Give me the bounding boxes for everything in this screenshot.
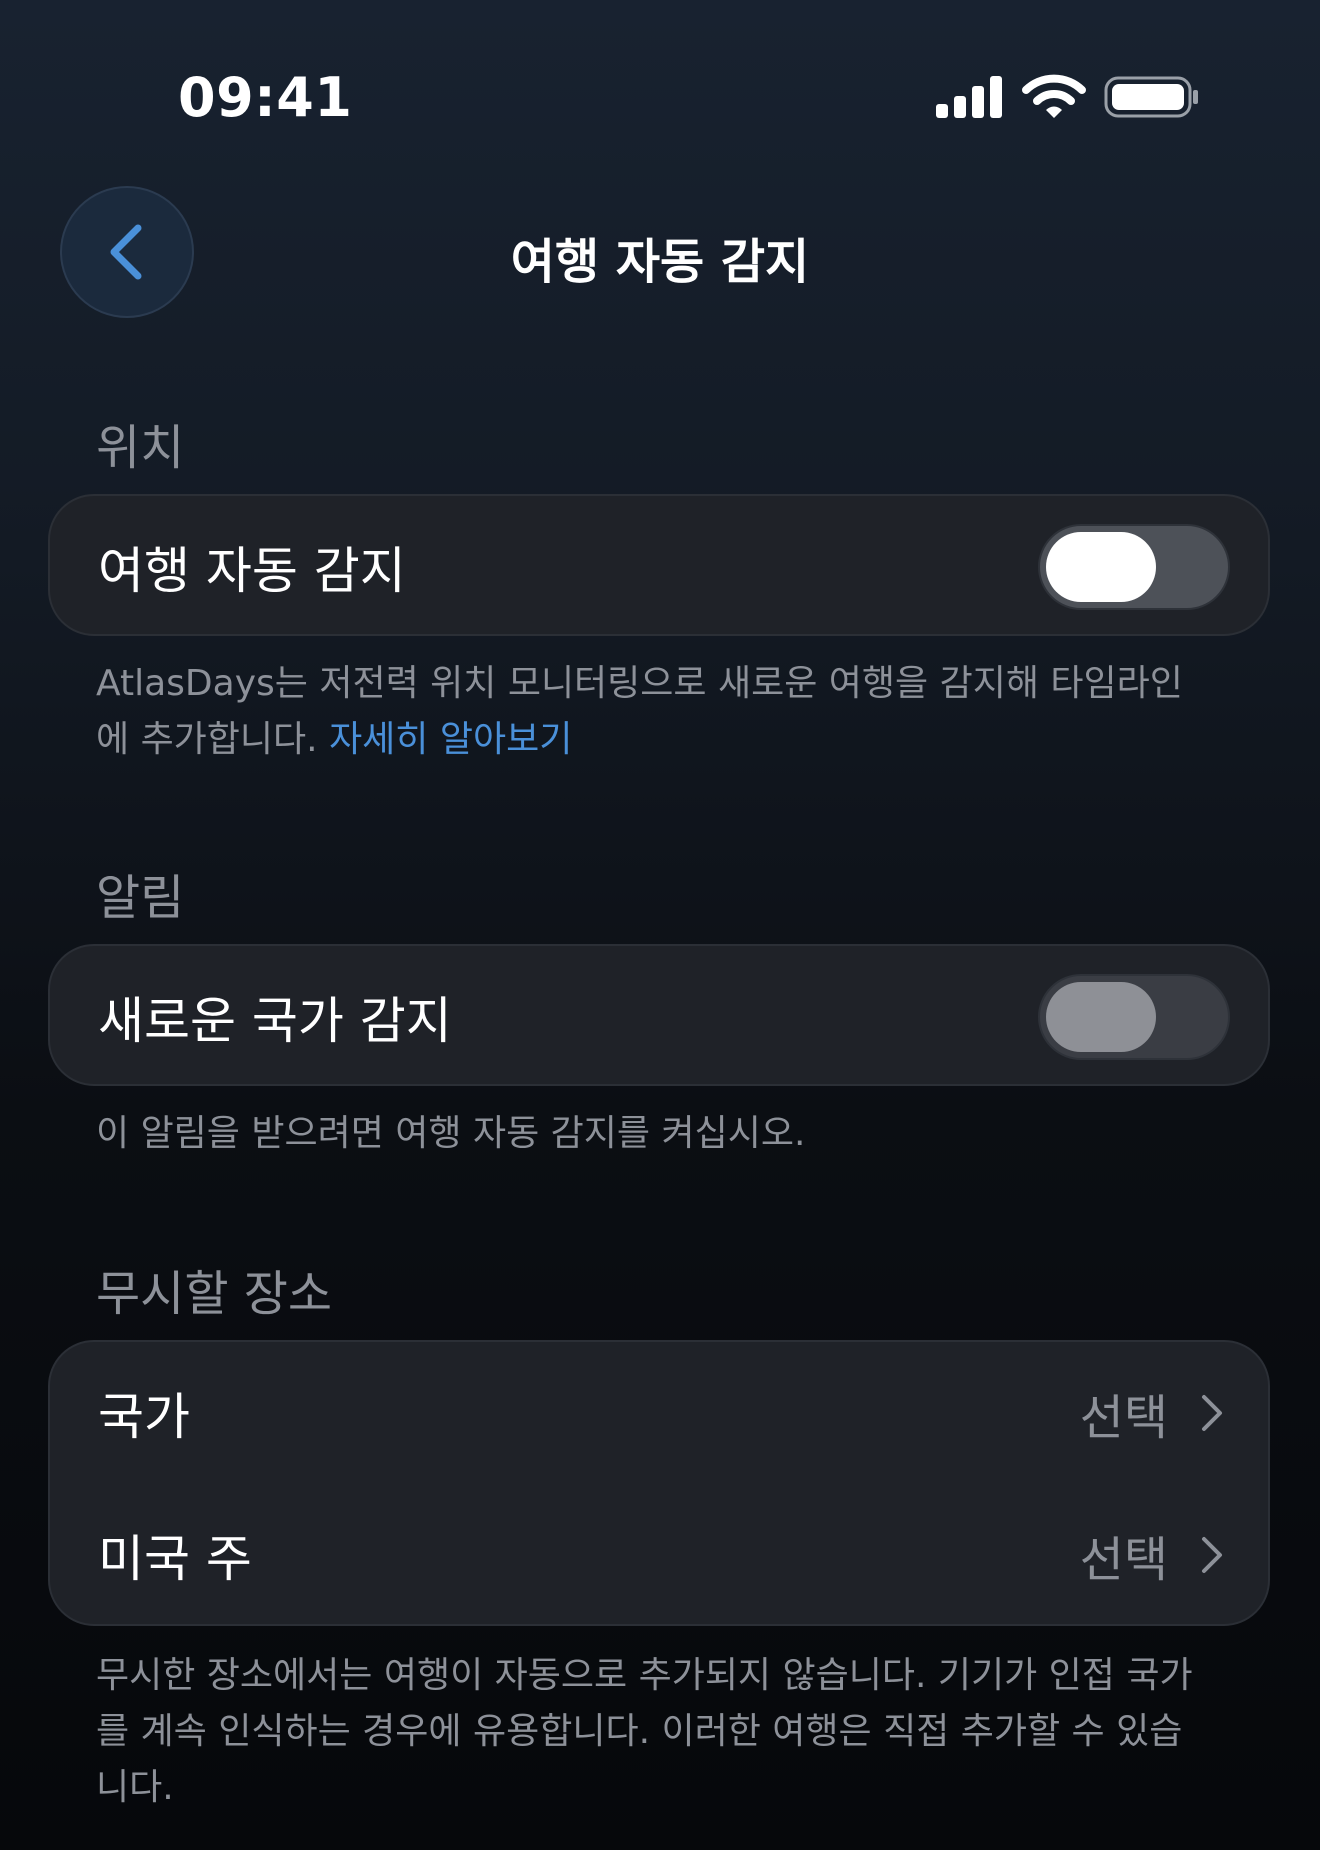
location-footnote: AtlasDays는 저전력 위치 모니터링으로 새로운 여행을 감지해 타임라… [96,656,1196,768]
alerts-footnote: 이 알림을 받으려면 여행 자동 감지를 켜십시오. [96,1113,806,1154]
new-country-toggle[interactable] [1038,974,1230,1060]
battery-icon [1104,76,1198,118]
ignored-us-states-value: 선택 [1079,1532,1168,1588]
toggle-knob [1046,532,1156,602]
cellular-signal-icon [936,76,1002,118]
ignored-places-card: 국가 선택 미국 주 선택 [48,1340,1270,1626]
location-card: 여행 자동 감지 [48,494,1270,636]
section-header-alerts: 알림 [96,870,185,926]
ignored-countries-label: 국가 [98,1388,190,1446]
status-time: 09:41 [178,66,353,129]
new-country-label: 새로운 국가 감지 [98,992,452,1050]
auto-detect-toggle[interactable] [1038,524,1230,610]
chevron-left-icon [110,224,142,280]
section-header-ignored-places: 무시할 장소 [96,1266,333,1322]
ignored-us-states-row[interactable]: 미국 주 선택 [50,1484,1268,1626]
location-footnote-text: AtlasDays는 저전력 위치 모니터링으로 새로운 여행을 감지해 타임라… [96,663,1183,760]
chevron-right-icon [1202,1537,1222,1573]
chevron-right-icon [1202,1395,1222,1431]
auto-detect-label: 여행 자동 감지 [98,542,406,600]
auto-detect-row: 여행 자동 감지 [50,496,1268,638]
wifi-icon [1022,74,1086,118]
page-title: 여행 자동 감지 [510,234,810,290]
alerts-card: 새로운 국가 감지 [48,944,1270,1086]
ignored-places-footnote: 무시한 장소에서는 여행이 자동으로 추가되지 않습니다. 기기가 인접 국가를… [96,1655,1193,1808]
ignored-us-states-label: 미국 주 [98,1530,252,1588]
toggle-knob [1046,982,1156,1052]
section-header-location: 위치 [96,420,185,476]
status-bar: 09:41 [0,0,1320,190]
learn-more-link[interactable]: 자세히 알아보기 [329,719,572,760]
new-country-row: 새로운 국가 감지 [50,946,1268,1088]
ignored-countries-value: 선택 [1079,1390,1168,1446]
ignored-countries-row[interactable]: 국가 선택 [50,1342,1268,1484]
back-button[interactable] [60,186,194,318]
